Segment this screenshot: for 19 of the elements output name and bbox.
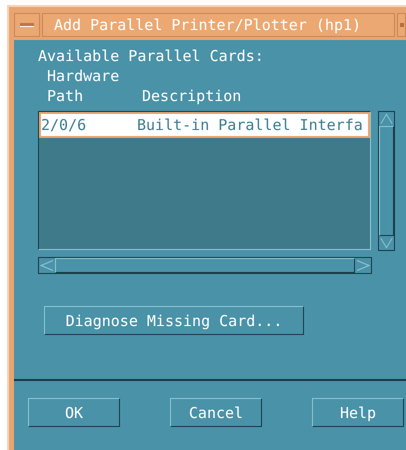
window-title: Add Parallel Printer/Plotter (hp1) [42, 13, 395, 37]
column-heading: Description [142, 86, 242, 106]
card-list[interactable]: 2/0/6 Built-in Parallel Interfa [38, 111, 371, 250]
horizontal-scrollbar[interactable] [38, 257, 372, 274]
scroll-right-icon[interactable] [355, 258, 371, 273]
dialog-button[interactable]: Help [312, 398, 404, 427]
minimize-button[interactable] [397, 13, 406, 37]
vertical-scrollbar[interactable] [378, 111, 395, 251]
scroll-up-icon[interactable] [379, 112, 394, 126]
dialog-button[interactable]: OK [28, 398, 120, 427]
window-menu-button[interactable] [14, 13, 40, 37]
scroll-left-icon[interactable] [39, 258, 55, 273]
dialog-button[interactable]: Cancel [170, 398, 262, 427]
scroll-down-icon[interactable] [379, 236, 394, 250]
diagnose-missing-card-button[interactable]: Diagnose Missing Card... [44, 306, 304, 335]
list-label: Available Parallel Cards: [38, 46, 265, 66]
list-row[interactable]: 2/0/6 Built-in Parallel Interfa [39, 112, 370, 138]
column-heading: Path [47, 86, 84, 106]
column-heading: Hardware [47, 66, 120, 86]
